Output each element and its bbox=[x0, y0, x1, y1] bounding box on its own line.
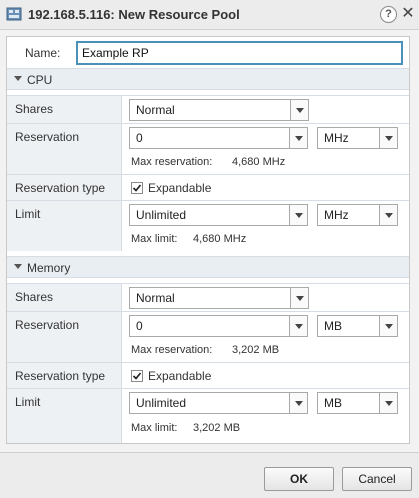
cpu-expandable-label[interactable]: Expandable bbox=[148, 181, 211, 195]
cpu-limit-label: Limit bbox=[15, 207, 41, 221]
memory-expandable-label[interactable]: Expandable bbox=[148, 369, 211, 383]
memory-reservation-unit: MB bbox=[324, 319, 342, 333]
collapse-triangle-icon[interactable] bbox=[14, 76, 22, 81]
cpu-limit-input[interactable]: Unlimited bbox=[129, 204, 308, 226]
memory-reservation-unit-select[interactable]: MB bbox=[317, 315, 398, 337]
dropdown-arrow-icon[interactable] bbox=[379, 316, 397, 336]
cpu-reservation-input[interactable]: 0 bbox=[129, 127, 308, 149]
memory-reservation-type-label: Reservation type bbox=[15, 369, 106, 383]
dialog-titlebar: 192.168.5.116: New Resource Pool ? ✕ bbox=[0, 0, 419, 30]
cpu-reservation-row: Reservation 0 MHz Max reservation: 4,680… bbox=[7, 123, 409, 174]
memory-max-reservation-label: Max reservation: bbox=[131, 344, 213, 356]
cpu-max-limit-label: Max limit: bbox=[131, 233, 178, 245]
close-icon[interactable]: ✕ bbox=[401, 5, 415, 23]
memory-shares-select[interactable]: Normal bbox=[129, 287, 309, 309]
cpu-section-header[interactable]: CPU bbox=[7, 68, 409, 90]
memory-shares-row: Shares Normal bbox=[7, 283, 409, 311]
cpu-max-reservation-value: 4,680 MHz bbox=[232, 156, 286, 168]
memory-section-header[interactable]: Memory bbox=[7, 256, 409, 278]
cpu-section-title: CPU bbox=[27, 73, 53, 87]
cpu-reservation-type-row: Reservation type Expandable bbox=[7, 174, 409, 200]
cpu-reservation-label: Reservation bbox=[15, 130, 80, 144]
memory-max-limit-label: Max limit: bbox=[131, 422, 178, 434]
cpu-limit-unit-select[interactable]: MHz bbox=[317, 204, 398, 226]
memory-reservation-type-row: Reservation type Expandable bbox=[7, 362, 409, 388]
name-label: Name: bbox=[25, 46, 61, 60]
cpu-limit-value: Unlimited bbox=[136, 208, 187, 222]
help-icon[interactable]: ? bbox=[380, 6, 397, 23]
dropdown-arrow-icon[interactable] bbox=[289, 128, 307, 148]
collapse-triangle-icon[interactable] bbox=[14, 264, 22, 269]
cpu-reservation-type-label: Reservation type bbox=[15, 181, 106, 195]
memory-limit-value: Unlimited bbox=[136, 396, 187, 410]
cpu-max-reservation-label: Max reservation: bbox=[131, 156, 213, 168]
cpu-shares-select[interactable]: Normal bbox=[129, 99, 309, 121]
cpu-reservation-unit: MHz bbox=[324, 131, 349, 145]
memory-limit-label: Limit bbox=[15, 395, 41, 409]
memory-max-limit-value: 3,202 MB bbox=[193, 422, 241, 434]
memory-reservation-label: Reservation bbox=[15, 318, 80, 332]
cpu-limit-row: Limit Unlimited MHz Max limit: 4,680 MHz bbox=[7, 200, 409, 251]
dialog-title: 192.168.5.116: New Resource Pool bbox=[28, 7, 240, 22]
memory-reservation-value: 0 bbox=[136, 319, 143, 333]
memory-limit-unit-select[interactable]: MB bbox=[317, 392, 398, 414]
cpu-reservation-unit-select[interactable]: MHz bbox=[317, 127, 398, 149]
cpu-reservation-value: 0 bbox=[136, 131, 143, 145]
cpu-max-limit-value: 4,680 MHz bbox=[193, 233, 247, 245]
memory-reservation-row: Reservation 0 MB Max reservation: 3,202 … bbox=[7, 311, 409, 362]
ok-button[interactable]: OK bbox=[264, 467, 334, 491]
cpu-shares-row: Shares Normal bbox=[7, 95, 409, 123]
memory-reservation-input[interactable]: 0 bbox=[129, 315, 308, 337]
dropdown-arrow-icon[interactable] bbox=[379, 393, 397, 413]
dropdown-arrow-icon[interactable] bbox=[289, 393, 307, 413]
memory-shares-value: Normal bbox=[136, 291, 175, 305]
memory-section-title: Memory bbox=[27, 261, 71, 275]
memory-limit-row: Limit Unlimited MB Max limit: 3,202 MB bbox=[7, 388, 409, 443]
cancel-button[interactable]: Cancel bbox=[342, 467, 412, 491]
cpu-shares-value: Normal bbox=[136, 103, 175, 117]
dropdown-arrow-icon[interactable] bbox=[290, 100, 308, 120]
memory-max-reservation-value: 3,202 MB bbox=[232, 344, 280, 356]
dropdown-arrow-icon[interactable] bbox=[289, 205, 307, 225]
memory-limit-unit: MB bbox=[324, 396, 342, 410]
dropdown-arrow-icon[interactable] bbox=[379, 128, 397, 148]
checkbox-checked-icon[interactable] bbox=[131, 182, 143, 194]
resource-pool-form: Name: CPU Shares Normal Reservation 0 MH… bbox=[6, 36, 410, 444]
memory-shares-label: Shares bbox=[15, 290, 54, 304]
memory-limit-input[interactable]: Unlimited bbox=[129, 392, 308, 414]
cpu-limit-unit: MHz bbox=[324, 208, 349, 222]
name-input[interactable] bbox=[76, 41, 403, 65]
cpu-shares-label: Shares bbox=[15, 102, 54, 116]
dropdown-arrow-icon[interactable] bbox=[289, 316, 307, 336]
checkbox-checked-icon[interactable] bbox=[131, 370, 143, 382]
dialog-footer: OK Cancel bbox=[0, 452, 419, 498]
dropdown-arrow-icon[interactable] bbox=[290, 288, 308, 308]
dropdown-arrow-icon[interactable] bbox=[379, 205, 397, 225]
resource-pool-icon bbox=[6, 7, 22, 21]
